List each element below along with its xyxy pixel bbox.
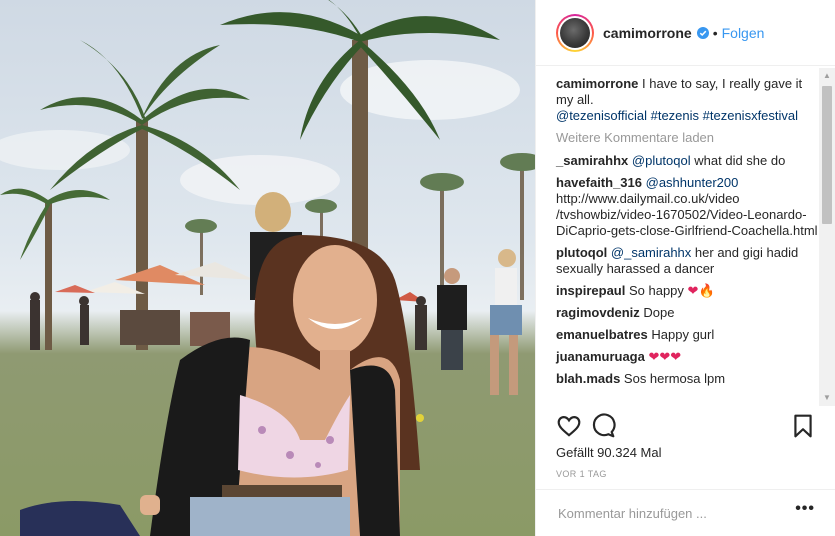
speech-bubble-icon[interactable] <box>590 413 616 439</box>
scroll-down-icon[interactable]: ▼ <box>819 390 835 406</box>
comment-item: inspirepaul So happy ❤🔥 <box>556 283 819 299</box>
follow-button[interactable]: Folgen <box>722 25 765 41</box>
load-more-comments-button[interactable]: Weitere Kommentare laden <box>556 130 819 145</box>
comment-username[interactable]: _samirahhx <box>556 153 628 168</box>
heart-outline-icon[interactable] <box>556 413 582 439</box>
post-photo[interactable] <box>0 0 535 536</box>
comment-item: blah.mads Sos hermosa lpm <box>556 371 819 387</box>
avatar-image <box>560 17 590 48</box>
post-sidebar: camimorrone • Folgen camimorrone I have … <box>535 0 835 536</box>
verified-badge-icon <box>696 26 709 39</box>
comment-username[interactable]: emanuelbatres <box>556 327 648 342</box>
comment-username[interactable]: juanamuruaga <box>556 349 645 364</box>
comment-username[interactable]: inspirepaul <box>556 283 625 298</box>
comment-item: ragimovdeniz Dope <box>556 305 819 321</box>
comment-item: juanamuruaga ❤❤❤ <box>556 349 819 365</box>
comment-item: plutoqol @_samirahhx her and gigi hadid … <box>556 245 819 277</box>
comment-item: _samirahhx @plutoqol what did she do <box>556 153 819 169</box>
comment-item: emanuelbatres Happy gurl <box>556 327 819 343</box>
comment-text: Sos hermosa lpm <box>623 371 726 386</box>
more-options-button[interactable]: ••• <box>795 501 815 517</box>
scroll-up-icon[interactable]: ▲ <box>819 68 835 84</box>
comment-emoji: ❤❤❤ <box>648 349 682 364</box>
comment-item: havefaith_316 @ashhunter200 http://www.d… <box>556 175 819 239</box>
caption-username[interactable]: camimorrone <box>556 76 638 91</box>
comment-username[interactable]: blah.mads <box>556 371 620 386</box>
comment-mention[interactable]: @plutoqol <box>632 153 691 168</box>
comment-username[interactable]: havefaith_316 <box>556 175 642 190</box>
post-actions <box>556 413 816 439</box>
caption: camimorrone I have to say, I really gave… <box>556 76 819 124</box>
comment-mention[interactable]: @_samirahhx <box>611 245 691 260</box>
comment-text: what did she do <box>694 153 786 168</box>
comment-text: Dope <box>643 305 675 320</box>
post-header: camimorrone • Folgen <box>536 0 835 66</box>
header-separator: • <box>712 24 718 41</box>
add-comment-section: ••• <box>536 489 835 536</box>
caption-tags[interactable]: @tezenisofficial #tezenis #tezenisxfesti… <box>556 108 798 123</box>
scrollbar-thumb[interactable] <box>822 86 832 224</box>
comment-mention[interactable]: @ashhunter200 <box>646 175 739 190</box>
comment-username[interactable]: plutoqol <box>556 245 607 260</box>
comment-emoji: ❤🔥 <box>687 283 715 298</box>
comment-text: http://www.dailymail.co.uk/video /tvshow… <box>556 191 818 238</box>
avatar[interactable] <box>556 13 594 52</box>
likes-count[interactable]: Gefällt 90.324 Mal <box>556 445 662 460</box>
bookmark-icon[interactable] <box>790 413 816 439</box>
comment-input[interactable] <box>556 502 780 524</box>
comments-scrollbar[interactable]: ▲ ▼ <box>819 68 835 406</box>
avatar-ring <box>558 15 592 50</box>
comment-list[interactable]: camimorrone I have to say, I really gave… <box>536 66 819 406</box>
comment-text: Happy gurl <box>651 327 715 342</box>
instagram-post: camimorrone • Folgen camimorrone I have … <box>0 0 835 536</box>
header-username[interactable]: camimorrone <box>603 25 692 41</box>
comment-username[interactable]: ragimovdeniz <box>556 305 640 320</box>
comment-text: So happy <box>628 283 684 298</box>
post-timestamp: VOR 1 TAG <box>556 469 607 479</box>
festival-photo-illustration <box>0 0 535 536</box>
